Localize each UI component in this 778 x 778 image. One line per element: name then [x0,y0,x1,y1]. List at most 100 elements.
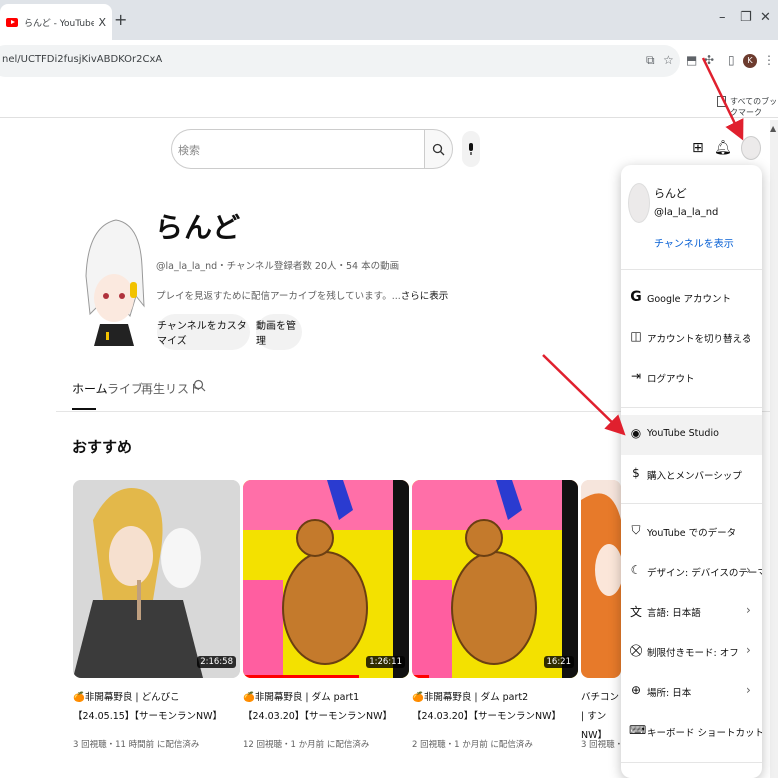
watch-progress-bar [412,675,429,678]
notifications-bell-icon[interactable]: 🔔︎ [714,140,732,156]
menu-item-appearance[interactable]: ☾ デザイン: デバイスのテーマ › [621,552,762,592]
voice-search-button[interactable] [462,131,480,167]
restore-icon[interactable]: ❐ [740,10,752,25]
thumbnail-image [412,480,578,678]
browser-menu-icon[interactable]: ⋮ [763,53,775,67]
bookmarks-folder-icon[interactable] [717,96,726,107]
close-window-icon[interactable]: ✕ [760,10,771,25]
menu-item-label: YouTube Studio [647,428,719,439]
side-panel-icon[interactable]: ▯ [728,53,735,67]
menu-divider [621,762,762,763]
account-avatar[interactable] [741,136,761,160]
search-placeholder: 検索 [178,144,200,157]
video-meta: 2 回視聴・1 か月前 に配信済み [412,740,533,750]
menu-item-label: 場所: 日本 [647,688,692,699]
mic-icon [469,143,473,155]
address-bar[interactable]: nel/UCTFDi2fusjKivABDKOr2CxA ⧉ ☆ [0,45,680,77]
video-title[interactable]: 🍊非開幕野良 | どんびこ【24.05.15】【サーモンランNW】 [73,688,233,726]
keyboard-icon: ⌨ [629,723,647,737]
menu-item-label: YouTube でのデータ [647,528,737,539]
menu-item-label: デザイン: デバイスのテーマ [647,568,762,579]
all-bookmarks-link[interactable]: すべてのブックマーク [730,96,778,118]
new-tab-button[interactable]: + [114,10,127,29]
menu-item-purchases[interactable]: $ 購入とメンバーシップ [621,455,762,495]
dollar-icon: $ [632,466,640,480]
chevron-right-icon: › [746,643,751,657]
menu-item-your-data[interactable]: ⛉ YouTube でのデータ [621,512,762,552]
menu-item-location[interactable]: ⊕ 場所: 日本 › [621,672,762,712]
menu-item-restricted-mode[interactable]: ⛒ 制限付きモード: オフ › [621,632,762,672]
video-thumbnail[interactable]: 2:16:58 [73,480,240,678]
tab-live[interactable]: ライブ [107,380,143,397]
menu-item-label: 言語: 日本語 [647,608,701,619]
search-input[interactable]: 検索 [171,129,424,169]
create-video-icon[interactable]: ⊞ [692,140,704,156]
chevron-right-icon: › [746,329,751,343]
menu-item-switch-account[interactable]: ◫ アカウントを切り替える › [621,318,762,358]
video-title[interactable]: 🍊非開幕野良 | ダム part1【24.03.20】【サーモンランNW】 [243,688,403,726]
menu-divider [621,407,762,408]
manage-videos-button[interactable]: 動画を管理 [256,314,302,350]
video-title[interactable]: 🍊非開幕野良 | ダム part2【24.03.20】【サーモンランNW】 [412,688,572,726]
search-button[interactable] [424,129,453,169]
google-icon: G [630,289,642,305]
menu-item-youtube-studio[interactable]: ◉ YouTube Studio [621,415,762,455]
translate-extension-icon[interactable]: ⬒ [686,53,697,67]
page-scrollbar[interactable] [770,120,778,778]
video-title[interactable]: バチコン | すンNW】 [581,688,621,745]
account-menu: らんど @la_la_la_nd チャンネルを表示 G Google アカウント… [621,165,762,778]
moon-icon: ☾ [630,563,642,577]
section-title: おすすめ [72,438,133,456]
menu-item-keyboard-shortcuts[interactable]: ⌨ キーボード ショートカット [621,712,762,752]
tab-close-button[interactable]: X [98,16,106,29]
description-text: プレイを見返すために配信アーカイブを残しています。... [156,291,401,302]
browser-profile-avatar[interactable]: K [743,54,757,68]
scroll-up-icon[interactable]: ▲ [770,124,776,133]
video-thumbnail[interactable] [581,480,621,678]
menu-account-name: らんど [654,187,687,200]
channel-avatar [78,206,148,358]
video-meta: 3 回視聴・11 時間前 に配信済み [73,740,200,750]
customize-channel-button[interactable]: チャンネルをカスタマイズ [157,314,250,350]
chevron-right-icon: › [746,603,751,617]
channel-name: らんど [155,211,242,244]
channel-search-icon[interactable] [193,379,206,396]
menu-item-label: アカウントを切り替える [647,334,752,345]
annotation-arrow-studio [542,354,626,436]
menu-divider [621,503,762,504]
video-meta: 12 回視聴・1 か月前 に配信済み [243,740,370,750]
shield-icon: ⛉ [631,523,641,537]
menu-item-language[interactable]: 文 言語: 日本語 › [621,592,762,632]
bookmark-star-icon[interactable]: ☆ [663,53,674,67]
url-text[interactable]: nel/UCTFDi2fusjKivABDKOr2CxA [2,54,162,65]
menu-item-label: Google アカウント [647,294,732,305]
globe-icon: ⊕ [630,683,642,697]
video-thumbnail[interactable]: 16:21 [412,480,578,678]
install-app-icon[interactable]: ⧉ [646,53,655,68]
extensions-icon[interactable]: ✣ [704,53,714,67]
chevron-right-icon: › [746,683,751,697]
show-more-link[interactable]: さらに表示 [401,291,449,302]
view-channel-link[interactable]: チャンネルを表示 [654,235,734,250]
chevron-right-icon: › [746,563,751,577]
video-duration: 1:26:11 [366,656,405,668]
studio-icon: ◉ [630,426,642,440]
channel-meta: @la_la_la_nd・チャンネル登録者数 20人・54 本の動画 [156,261,400,272]
video-thumbnail[interactable]: 1:26:11 [243,480,409,678]
video-duration: 16:21 [543,656,574,668]
browser-tab[interactable]: らんど - YouTube X [0,4,112,40]
translate-icon: 文 [629,605,642,619]
tab-title: らんど - YouTube [24,18,95,29]
video-duration: 2:16:58 [197,656,236,668]
bookmark-bar: すべてのブックマーク [0,86,778,118]
minimize-icon[interactable]: – [719,10,726,25]
thumbnail-image [73,480,240,678]
menu-item-google-account[interactable]: G Google アカウント [621,278,762,318]
channel-description[interactable]: プレイを見返すために配信アーカイブを残しています。...さらに表示 [156,288,448,302]
menu-item-logout[interactable]: ⇥ ログアウト [621,358,762,398]
tab-playlists[interactable]: 再生リスト [141,380,201,397]
tab-home[interactable]: ホーム [72,380,108,397]
menu-avatar [628,183,650,223]
video-meta: 3 回視聴・ [581,740,621,750]
watch-progress-bar [243,675,360,678]
